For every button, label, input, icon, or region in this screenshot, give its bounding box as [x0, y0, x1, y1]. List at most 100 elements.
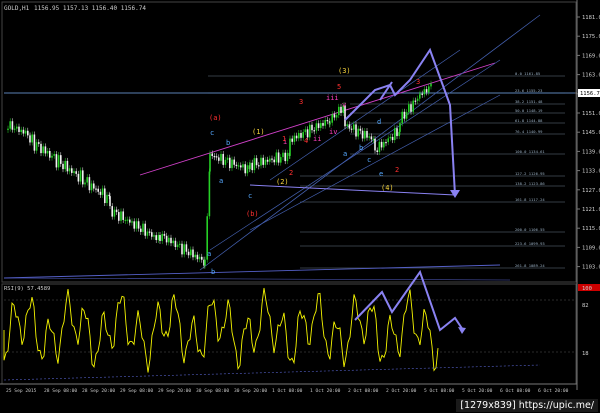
candle-body: [286, 152, 289, 162]
price-chart[interactable]: GOLD,H1 1156.95 1157.13 1156.40 1156.74 RS…: [0, 0, 600, 413]
wave-label: iii: [326, 94, 339, 102]
wave-label: (4): [381, 184, 394, 192]
candle-body: [148, 231, 151, 233]
candle-body: [240, 165, 242, 168]
candle-body: [282, 152, 284, 158]
candle-body: [33, 134, 36, 151]
candle-body: [326, 119, 329, 122]
time-tick-label: 1 Oct 08:00: [272, 388, 303, 394]
candle-body: [273, 159, 275, 163]
candle-body: [335, 115, 338, 118]
candle-body: [16, 126, 18, 129]
candle-body: [20, 129, 22, 132]
candle-body: [293, 135, 296, 142]
candle-body: [159, 235, 161, 241]
candle-body: [428, 86, 430, 93]
candle-body: [324, 119, 326, 126]
candle-body: [190, 249, 192, 256]
candle-body: [242, 164, 244, 168]
candle-body: [320, 123, 322, 128]
candle-body: [361, 130, 364, 139]
price-tick-label: 1169.05: [582, 53, 600, 59]
candle-body: [331, 114, 333, 123]
candle-body: [226, 157, 229, 160]
candle-body: [419, 93, 421, 95]
time-tick-label: 2 Oct 08:00: [348, 388, 379, 394]
candle-body: [68, 168, 71, 172]
price-tick-label: 1133.05: [582, 169, 600, 175]
price-tick-label: 1139.05: [582, 149, 600, 155]
candle-body: [118, 212, 120, 221]
candle-body: [163, 233, 166, 236]
candle-body: [374, 138, 376, 151]
candle-body: [311, 124, 313, 131]
rsi-tick-label: 100: [582, 286, 592, 292]
price-tick-label: 1115.05: [582, 226, 600, 232]
fib-level-label: 161.8 1117.24: [515, 197, 545, 202]
candle-body: [73, 171, 75, 173]
candle-body: [211, 153, 213, 156]
candle-body: [309, 124, 311, 138]
candle-body: [233, 159, 235, 165]
main-pane-border: [1, 1, 577, 283]
wave-label: b: [211, 268, 215, 276]
candle-body: [208, 171, 211, 217]
candle-body: [106, 194, 108, 204]
candle-body: [298, 133, 300, 139]
candle-body: [13, 128, 16, 130]
bottom-support-line: [3, 277, 511, 281]
candle-body: [399, 123, 401, 132]
candle-body: [266, 159, 269, 162]
candle-body: [82, 170, 84, 185]
candle-body: [86, 177, 88, 183]
time-tick-label: 2 Oct 20:00: [386, 388, 417, 394]
candle-body: [24, 130, 27, 134]
candle-body: [275, 152, 278, 163]
wave-label: a: [343, 150, 347, 158]
candle-body: [55, 154, 58, 168]
candle-body: [62, 163, 64, 170]
price-tick-label: 1175.05: [582, 34, 600, 40]
projection-arrowhead-rsi: [458, 327, 466, 334]
candle-body: [97, 188, 99, 192]
candle-body: [235, 164, 238, 166]
rsi-pane-border: [1, 283, 577, 385]
candle-body: [161, 233, 163, 241]
candle-body: [111, 206, 113, 217]
candle-body: [231, 159, 233, 169]
candle-body: [405, 112, 408, 119]
candle-body: [79, 170, 82, 182]
wave-label: c: [210, 129, 214, 137]
candle-body: [88, 177, 91, 191]
candle-body: [329, 122, 331, 125]
time-tick-label: 6 Oct 08:00: [500, 388, 531, 394]
wave-label: (2): [276, 178, 289, 186]
projection-arrowhead-price: [450, 190, 460, 198]
fib-level-label: 138.2 1123.86: [515, 181, 545, 186]
wave-label: iv: [329, 128, 337, 136]
time-tick-label: 1 Oct 20:00: [310, 388, 341, 394]
candle-body: [176, 244, 179, 248]
candle-body: [133, 221, 135, 229]
candle-body: [29, 136, 31, 143]
candle-body: [38, 142, 40, 144]
wave-label: 3: [299, 98, 303, 106]
candle-body: [218, 157, 220, 161]
time-tick-label: 29 Sep 08:00: [120, 388, 153, 394]
candle-body: [201, 256, 203, 260]
fib-level-label: 127.2 1126.95: [515, 171, 545, 176]
trendline-bottom: [3, 264, 501, 279]
candle-body: [194, 254, 196, 258]
rsi-trendline: [3, 364, 541, 381]
rsi-label: RSI(9) 57.4589: [4, 286, 50, 292]
rsi-tick-label: 18: [582, 351, 589, 357]
fib-level-label: 0.0 1161.85: [515, 71, 540, 76]
candle-body: [104, 188, 106, 204]
candle-body: [120, 211, 122, 221]
candle-body: [22, 129, 25, 134]
candle-body: [255, 158, 258, 166]
candle-body: [155, 235, 157, 241]
wave-label: b: [226, 139, 230, 147]
candle-body: [353, 124, 355, 130]
candle-body: [46, 150, 49, 154]
